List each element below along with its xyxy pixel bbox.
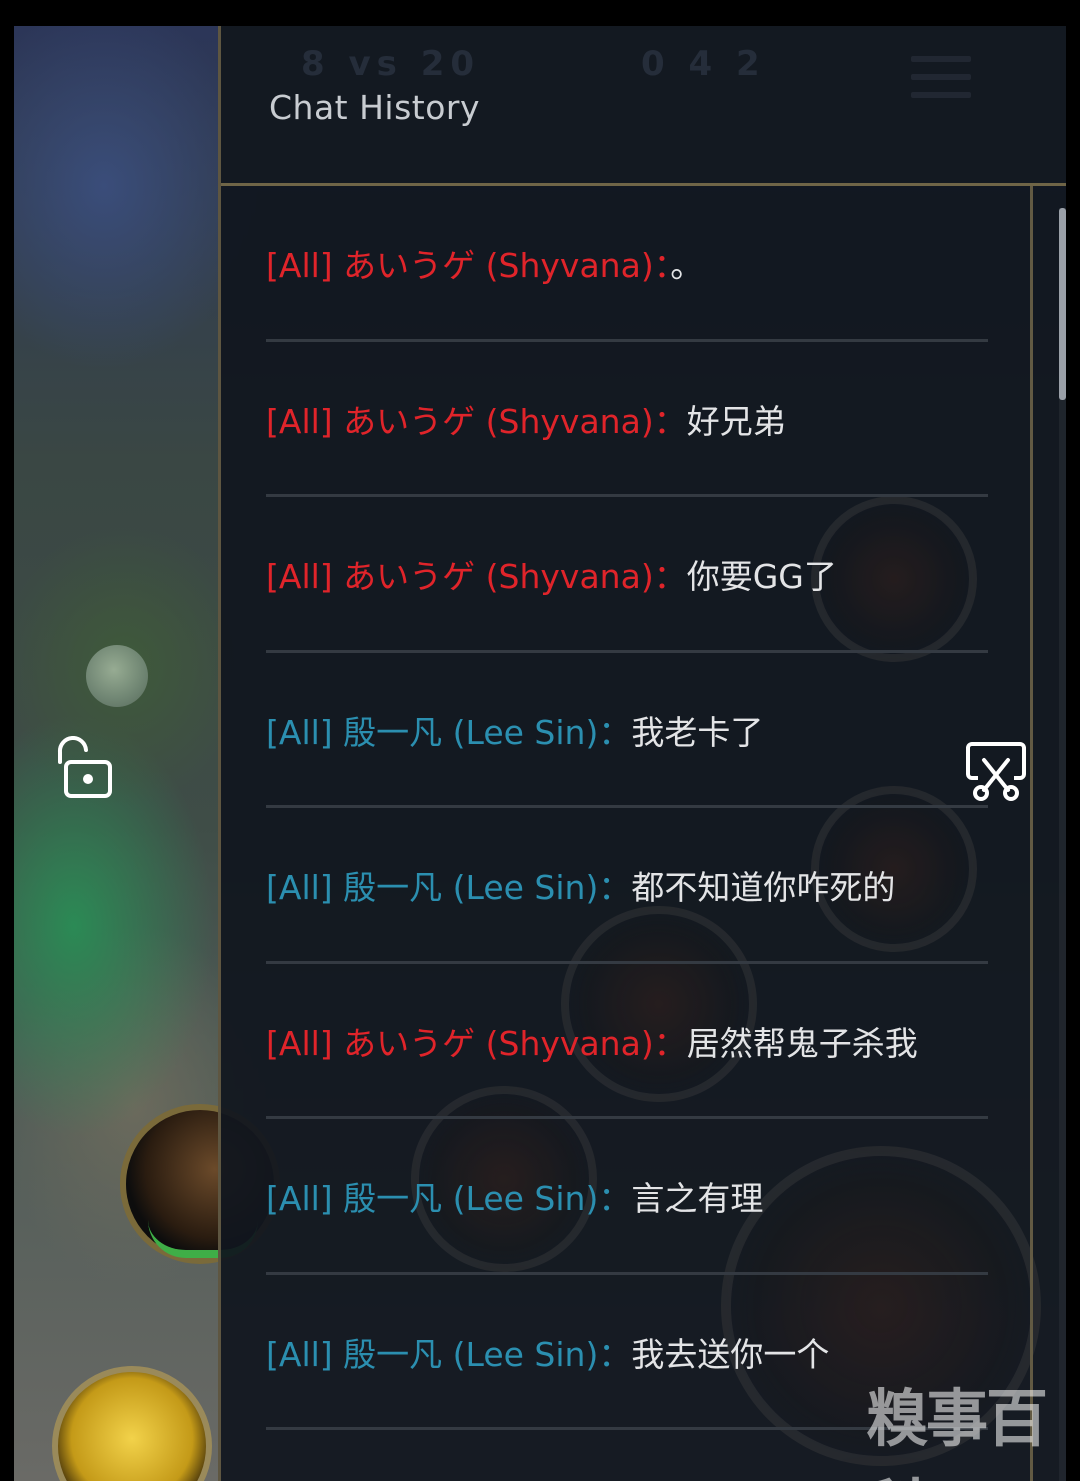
message-text: 好兄弟	[686, 401, 786, 441]
channel-tag: [All]	[266, 246, 333, 285]
channel-tag: [All]	[266, 557, 333, 596]
separator: ：	[598, 868, 632, 907]
screenshot-scissors-icon[interactable]	[964, 738, 1028, 802]
separator: ：	[598, 1179, 632, 1218]
chat-message-list[interactable]: [All] あいうゲ (Shyvana)：。 [All] あいうゲ (Shyva…	[221, 186, 1033, 1481]
sender-name: あいうゲ (Shyvana)	[343, 1023, 654, 1063]
separator: ：	[598, 1334, 632, 1374]
ghost-kda: 0 4 2	[641, 44, 766, 84]
joystick-knob[interactable]	[86, 645, 148, 707]
chat-history-panel: 8 vs 20 0 4 2 Chat History [All] あいうゲ (S…	[218, 26, 1066, 1481]
chat-message: [All] あいうゲ (Shyvana)：好兄弟	[266, 342, 988, 497]
chat-message: [All] 殷一凡 (Lee Sin)：我老卡了	[266, 653, 988, 808]
chat-message: [All] 殷一凡 (Lee Sin)：都不知道你咋死的	[266, 808, 988, 964]
watermark-logo: 糗事百科	[866, 1382, 1048, 1481]
sender-name: 殷一凡 (Lee Sin)	[343, 712, 599, 752]
separator: ：	[598, 712, 632, 752]
separator: ：	[653, 557, 687, 596]
chat-history-header: 8 vs 20 0 4 2 Chat History	[221, 26, 1066, 186]
channel-tag: [All]	[266, 712, 333, 752]
chat-message: [All] あいうゲ (Shyvana)：你要GG了	[266, 497, 988, 653]
message-text: 。	[670, 246, 704, 285]
message-text: 我老卡了	[631, 712, 764, 752]
message-text: 言之有理	[631, 1179, 764, 1218]
chat-scrollbar-thumb[interactable]	[1059, 208, 1066, 400]
separator: ：	[653, 1023, 687, 1063]
unlock-icon[interactable]	[54, 736, 114, 800]
channel-tag: [All]	[266, 1179, 333, 1218]
chat-message: [All] あいうゲ (Shyvana)：居然帮鬼子杀我	[266, 964, 988, 1119]
separator: ：	[653, 246, 671, 285]
sender-name: あいうゲ (Shyvana)	[343, 401, 654, 441]
sender-name: あいうゲ (Shyvana)	[343, 557, 654, 596]
panel-title: Chat History	[269, 88, 481, 127]
sender-name: 殷一凡 (Lee Sin)	[343, 1179, 599, 1218]
message-text: 都不知道你咋死的	[631, 868, 896, 907]
game-screen: 8 vs 20 0 4 2 Chat History [All] あいうゲ (S…	[0, 0, 1080, 1481]
sender-name: あいうゲ (Shyvana)	[343, 246, 654, 285]
message-text: 居然帮鬼子杀我	[686, 1023, 918, 1063]
channel-tag: [All]	[266, 868, 333, 907]
chat-message: [All] あいうゲ (Shyvana)：。	[266, 186, 988, 342]
sender-name: 殷一凡 (Lee Sin)	[343, 868, 599, 907]
channel-tag: [All]	[266, 401, 333, 441]
channel-tag: [All]	[266, 1334, 333, 1374]
message-text: 我去送你一个	[631, 1334, 830, 1374]
channel-tag: [All]	[266, 1023, 333, 1063]
sender-name: 殷一凡 (Lee Sin)	[343, 1334, 599, 1374]
chat-message: [All] 殷一凡 (Lee Sin)：言之有理	[266, 1119, 988, 1275]
ghost-menu-icon	[911, 56, 971, 106]
message-text: 你要GG了	[686, 557, 837, 596]
ghost-scoreboard: 8 vs 20	[301, 44, 481, 84]
separator: ：	[653, 401, 687, 441]
